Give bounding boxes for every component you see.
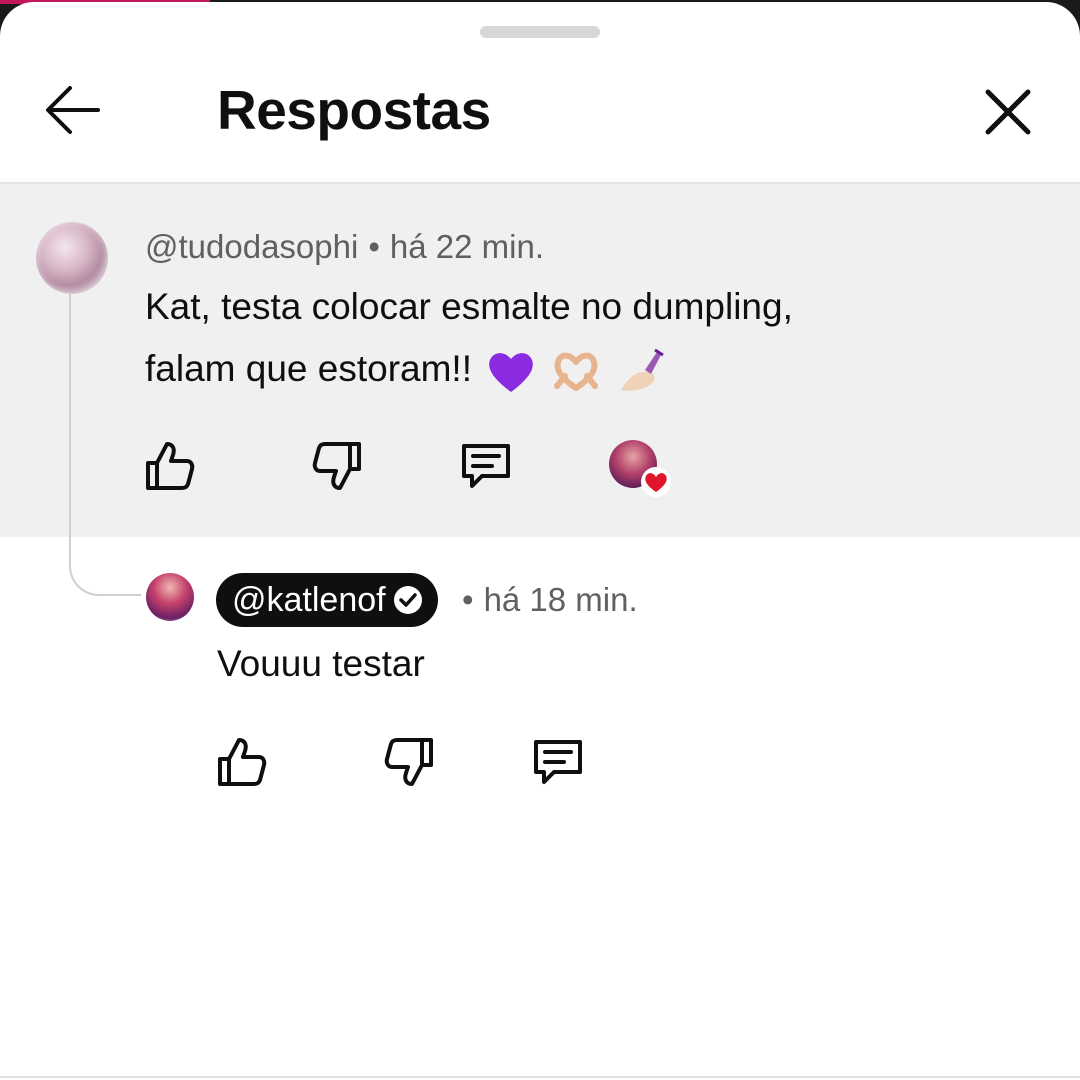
like-icon: [146, 442, 195, 490]
replies-bottom-sheet: Respostas @tudodasophi • há 22 min. Kat, t…: [0, 2, 1080, 1080]
comment-time: há 22 min.: [389, 228, 544, 265]
dislike-button[interactable]: [307, 436, 367, 496]
dislike-icon: [384, 738, 433, 786]
reply-comment: @katlenof • há 18 min. Vouuu testar: [0, 537, 1080, 897]
avatar[interactable]: [146, 573, 194, 621]
purple-heart-icon: [489, 353, 534, 393]
verified-check-icon: [393, 586, 422, 614]
comment-text: Kat, testa colocar esmalte no dumpling, …: [145, 276, 793, 400]
creator-author-chip[interactable]: @katlenof: [216, 573, 438, 627]
drag-handle[interactable]: [480, 26, 600, 38]
comment-author[interactable]: @tudodasophi: [145, 228, 358, 265]
reply-time: há 18 min.: [483, 581, 638, 618]
reply-meta: • há 18 min.: [462, 581, 638, 618]
dislike-icon: [312, 442, 361, 490]
page-title: Respostas: [217, 79, 491, 141]
parent-comment: @tudodasophi • há 22 min. Kat, testa coloc…: [0, 184, 1080, 537]
close-button[interactable]: [976, 80, 1040, 144]
reply-button[interactable]: [456, 436, 516, 496]
nail-polish-icon: [620, 348, 664, 391]
like-icon: [218, 738, 267, 786]
close-icon: [985, 89, 1031, 135]
reply-button[interactable]: [528, 732, 588, 792]
avatar[interactable]: [36, 222, 108, 294]
dislike-button[interactable]: [379, 732, 439, 792]
reply-text: Vouuu testar: [217, 643, 425, 684]
comment-meta: @tudodasophi • há 22 min.: [145, 228, 544, 265]
back-button[interactable]: [38, 80, 108, 140]
like-button[interactable]: [212, 732, 272, 792]
like-button[interactable]: [140, 436, 200, 496]
arrow-left-icon: [46, 86, 100, 134]
reply-author: @katlenof: [232, 580, 386, 619]
reply-icon: [534, 740, 582, 784]
heart-hands-icon: [553, 352, 598, 392]
bottom-divider: [0, 1076, 1080, 1078]
creator-heart-icon: [641, 467, 671, 497]
reply-icon: [462, 444, 510, 488]
